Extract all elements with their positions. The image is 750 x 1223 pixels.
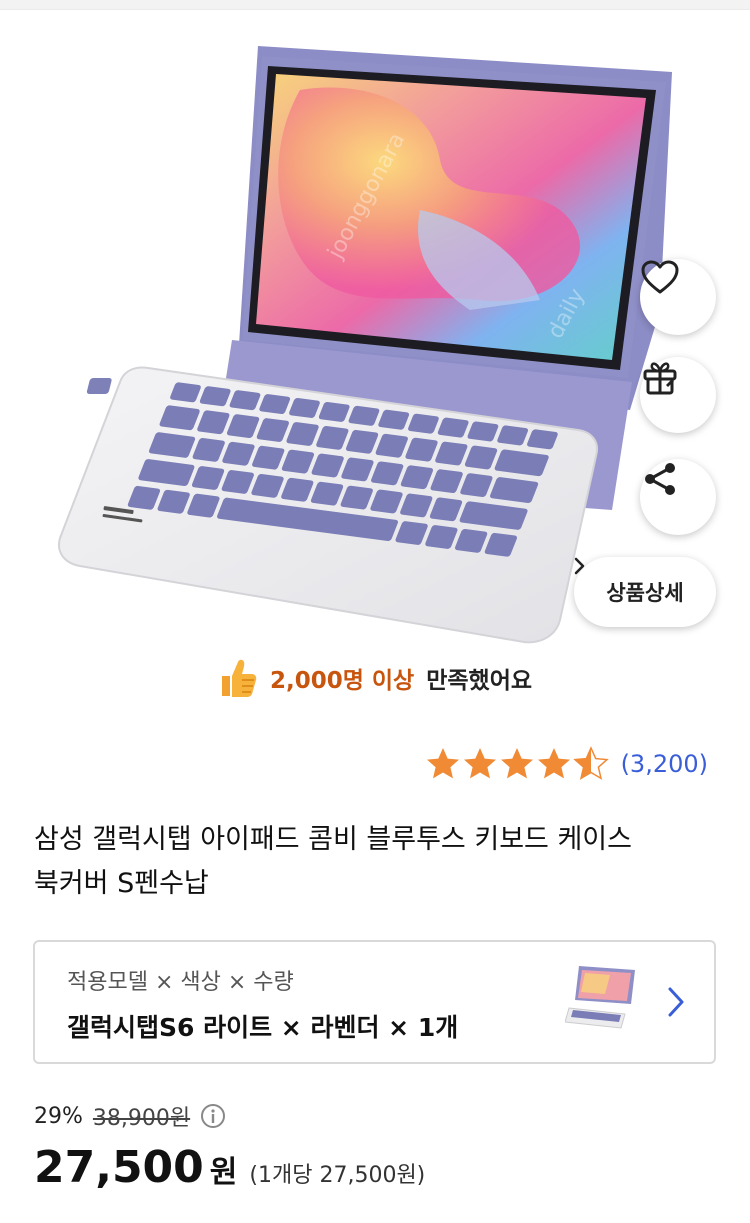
unit-price: (1개당 27,500원) (249, 1163, 426, 1188)
info-icon[interactable] (200, 1103, 226, 1129)
satisfaction-banner: 2,000명 이상 만족했어요 (0, 650, 750, 706)
heart-icon (641, 260, 679, 294)
satisfaction-count: 2,000명 이상 (269, 668, 415, 694)
star-icon (500, 748, 533, 779)
product-title-line2: 북커버 S펜수납 (34, 868, 209, 899)
product-title-line1: 삼성 갤럭시탭 아이패드 콤비 블루투스 키보드 케이스 (34, 824, 632, 855)
satisfaction-text: 만족했어요 (426, 668, 533, 694)
review-count[interactable]: (3,200) (621, 750, 708, 778)
chevron-right-icon (574, 557, 585, 575)
currency: 원 (209, 1155, 238, 1190)
thumbs-up-icon (221, 659, 257, 697)
option-thumbnail (565, 966, 635, 1029)
half-star-icon (573, 747, 608, 780)
gift-icon (643, 362, 677, 395)
tablet-keyboard-illustration: joonggonara daily (58, 46, 672, 644)
like-button[interactable] (640, 259, 716, 335)
star-rating (426, 747, 608, 780)
sale-price: 27,500 (34, 1142, 204, 1193)
option-label: 적용모델 × 색상 × 수량 (67, 970, 294, 995)
chevron-right-icon (668, 987, 684, 1017)
product-detail-button[interactable]: 상품상세 (574, 557, 716, 627)
product-detail-label: 상품상세 (606, 581, 684, 605)
share-icon (645, 463, 675, 495)
product-image[interactable]: joonggonara daily 상품상세 (0, 10, 750, 650)
star-icon (426, 748, 459, 779)
sale-price-row: 27,500 원 (1개당 27,500원) (34, 1142, 425, 1193)
original-price: 38,900원 (92, 1106, 191, 1131)
gift-button[interactable] (640, 357, 716, 433)
top-divider (0, 0, 750, 10)
discount-row: 29% 38,900원 (34, 1100, 226, 1132)
product-title: 삼성 갤럭시탭 아이패드 콤비 블루투스 키보드 케이스 북커버 S펜수납 (34, 818, 724, 906)
option-value: 갤럭시탭S6 라이트 × 라벤더 × 1개 (67, 1013, 459, 1042)
discount-rate: 29% (34, 1103, 83, 1129)
option-selector[interactable]: 적용모델 × 색상 × 수량 갤럭시탭S6 라이트 × 라벤더 × 1개 (33, 940, 716, 1064)
star-icon (463, 748, 496, 779)
share-button[interactable] (640, 459, 716, 535)
star-icon (537, 748, 570, 779)
rating[interactable]: (3,200) (425, 746, 708, 782)
